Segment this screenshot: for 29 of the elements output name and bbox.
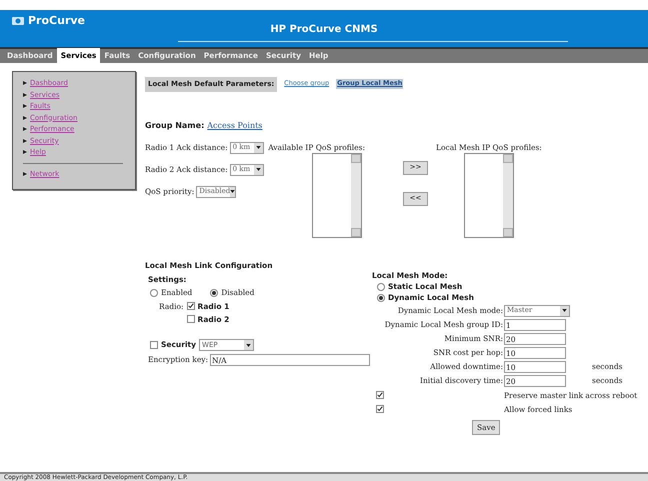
list-box[interactable] (312, 152, 362, 238)
checkbox[interactable] (150, 341, 158, 349)
bullet-icon (23, 92, 27, 97)
caret-icon (560, 306, 569, 316)
list-box[interactable] (464, 152, 514, 238)
bullet-icon (23, 172, 27, 176)
bullet-icon (23, 150, 27, 154)
app-title: HP ProCurve CNMS (270, 23, 378, 37)
bullet-icon (23, 104, 27, 108)
bullet-icon (23, 138, 27, 143)
bullet-icon (23, 116, 27, 120)
radio-button[interactable] (377, 282, 385, 291)
group-name-link[interactable]: Access Points (207, 120, 262, 132)
checkbox[interactable] (376, 405, 384, 414)
bullet-icon (23, 81, 27, 86)
logo-icon (12, 17, 24, 26)
checkbox[interactable] (186, 315, 195, 324)
radio-button[interactable] (150, 288, 158, 297)
caret-icon (244, 340, 254, 350)
caret-icon (230, 186, 236, 196)
logo: ProCurve (28, 13, 86, 29)
group-name-label: Group Name: (145, 120, 204, 132)
caret-icon (254, 142, 263, 152)
checkbox[interactable] (186, 302, 195, 310)
bullet-icon (23, 127, 27, 132)
checkbox[interactable] (376, 391, 384, 400)
radio-button[interactable] (210, 288, 218, 297)
radio-button[interactable] (377, 294, 385, 302)
caret-icon (254, 164, 263, 174)
